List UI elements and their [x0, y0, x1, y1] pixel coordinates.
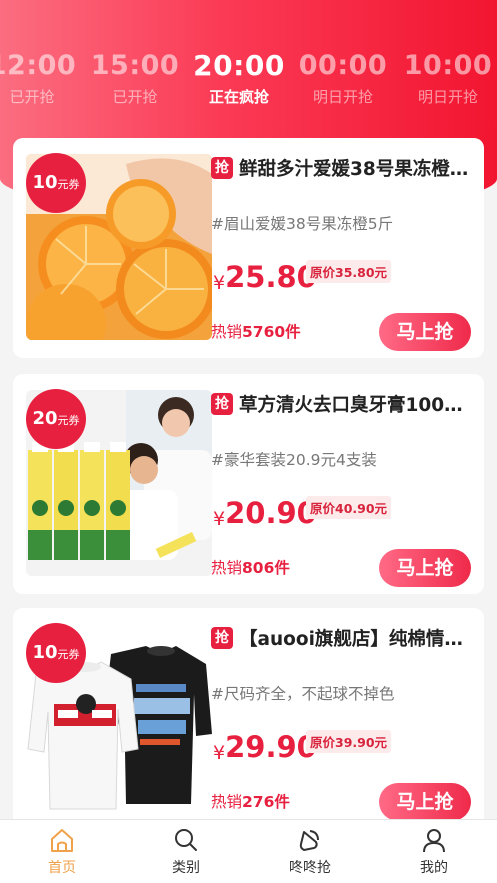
nav-item-home[interactable]: 首页	[22, 826, 102, 878]
coupon-unit: 元券	[57, 648, 80, 661]
coupon-value: 10	[32, 172, 58, 193]
time-tab-time: 00:00	[298, 50, 388, 81]
sales-label: 热销	[211, 323, 243, 341]
time-tab-time: 12:00	[0, 50, 77, 81]
grab-tag: 抢	[211, 627, 233, 649]
product-title[interactable]: 鲜甜多汁爱媛38号果冻橙5斤	[239, 155, 469, 181]
product-price: 20.90	[225, 496, 317, 530]
product-card[interactable]: 10元券 抢【auooi旗舰店】纯棉情侣卫衣 #尺码齐全，不起球不掉色 ¥29.…	[13, 608, 484, 838]
product-title[interactable]: 草方清火去口臭牙膏100g*4	[239, 391, 469, 417]
sales-number: 276件	[242, 793, 290, 811]
product-subtitle: #眉山爱媛38号果冻橙5斤	[211, 215, 394, 233]
time-tab-status: 明日开抢	[312, 88, 373, 106]
nav-label: 类别	[172, 860, 200, 876]
currency-symbol: ¥	[213, 272, 226, 294]
nav-item-profile[interactable]: 我的	[394, 826, 474, 878]
search-icon	[175, 829, 197, 851]
product-subtitle: #尺码齐全，不起球不掉色	[211, 685, 395, 703]
sales-number: 5760件	[242, 323, 301, 341]
buy-now-button[interactable]: 马上抢	[379, 313, 471, 351]
nav-label: 首页	[48, 860, 76, 876]
coupon-value: 20	[32, 408, 58, 429]
currency-symbol: ¥	[213, 742, 226, 764]
time-tab-0000[interactable]: 00:00 明日开抢	[295, 48, 391, 108]
time-tab-status: 正在疯抢	[208, 88, 269, 106]
product-title[interactable]: 【auooi旗舰店】纯棉情侣卫衣	[239, 625, 469, 651]
bottom-nav: 首页 类别 咚咚抢 我的	[0, 819, 497, 883]
product-card[interactable]: 10元券 抢鲜甜多汁爱媛38号果冻橙5斤 #眉山爱媛38号果冻橙5斤 ¥25.8…	[13, 138, 484, 358]
time-tab-1000[interactable]: 10:00 明日开抢	[400, 48, 496, 108]
time-tab-2000[interactable]: 20:00 正在疯抢	[191, 48, 287, 108]
currency-symbol: ¥	[213, 508, 226, 530]
sales-label: 热销	[211, 559, 243, 577]
nav-label: 咚咚抢	[289, 860, 331, 876]
product-subtitle: #豪华套装20.9元4支装	[211, 451, 377, 469]
product-card[interactable]: 20元券 抢草方清火去口臭牙膏100g*4 #豪华套装20.9元4支装 ¥20.…	[13, 374, 484, 594]
buy-now-button[interactable]: 马上抢	[379, 549, 471, 587]
original-price: 原价35.80元	[306, 260, 392, 283]
product-title-row: 抢鲜甜多汁爱媛38号果冻橙5斤	[211, 155, 474, 183]
price-row: ¥20.90	[213, 496, 317, 540]
time-tab-time: 10:00	[403, 50, 493, 81]
coupon-value: 10	[32, 642, 58, 663]
sales-count: 热销806件	[211, 556, 290, 578]
price-row: ¥25.80	[213, 260, 317, 304]
product-title-row: 抢草方清火去口臭牙膏100g*4	[211, 391, 474, 419]
price-row: ¥29.90	[213, 730, 317, 774]
home-icon	[51, 829, 73, 852]
sales-label: 热销	[211, 793, 243, 811]
sales-count: 热销5760件	[211, 320, 301, 342]
flash-sale-page: 12:00 已开抢 15:00 已开抢 20:00 正在疯抢 00:00 明日开…	[0, 0, 497, 883]
user-icon	[423, 829, 445, 853]
time-tabs: 12:00 已开抢 15:00 已开抢 20:00 正在疯抢 00:00 明日开…	[0, 48, 497, 118]
bell-icon	[299, 830, 319, 851]
time-tab-time: 20:00	[193, 49, 285, 82]
coupon-badge: 10元券	[26, 623, 86, 683]
original-price: 原价39.90元	[306, 730, 392, 753]
nav-item-category[interactable]: 类别	[146, 826, 226, 878]
coupon-unit: 元券	[57, 414, 80, 427]
coupon-badge: 10元券	[26, 153, 86, 213]
nav-item-dongdong[interactable]: 咚咚抢	[270, 826, 350, 878]
time-tab-status: 已开抢	[112, 88, 158, 106]
time-tab-status: 明日开抢	[417, 88, 478, 106]
product-price: 25.80	[225, 260, 317, 294]
buy-now-button[interactable]: 马上抢	[379, 783, 471, 821]
coupon-badge: 20元券	[26, 389, 86, 449]
coupon-unit: 元券	[57, 178, 80, 191]
product-title-row: 抢【auooi旗舰店】纯棉情侣卫衣	[211, 625, 474, 653]
sales-count: 热销276件	[211, 790, 290, 812]
time-tab-status: 已开抢	[9, 88, 55, 106]
nav-label: 我的	[420, 860, 448, 876]
time-tab-1200[interactable]: 12:00 已开抢	[0, 48, 80, 108]
grab-tag: 抢	[211, 157, 233, 179]
grab-tag: 抢	[211, 393, 233, 415]
time-tab-1500[interactable]: 15:00 已开抢	[87, 48, 183, 108]
product-price: 29.90	[225, 730, 317, 764]
time-tab-time: 15:00	[90, 50, 180, 81]
sales-number: 806件	[242, 559, 290, 577]
original-price: 原价40.90元	[306, 496, 392, 519]
